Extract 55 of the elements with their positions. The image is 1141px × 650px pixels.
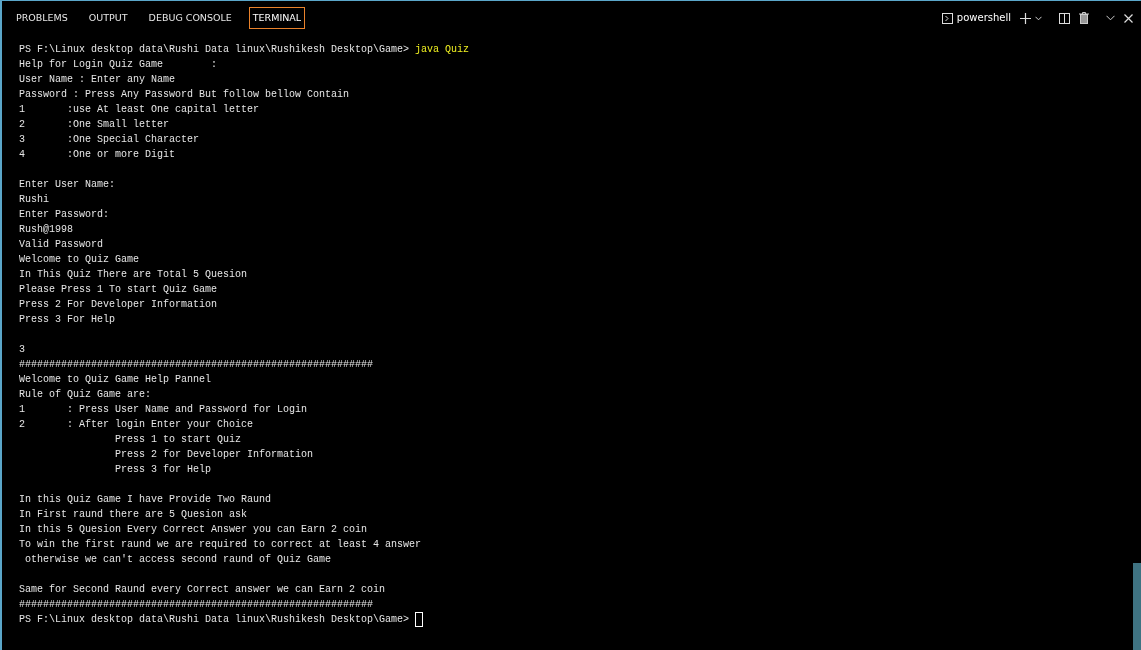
panel-tab[interactable]: OUTPUT bbox=[84, 7, 132, 29]
terminal-output-line: Enter User Name: bbox=[19, 179, 115, 190]
trash-icon bbox=[1079, 12, 1089, 24]
scrollbar-thumb[interactable] bbox=[1133, 563, 1141, 650]
maximize-panel-button[interactable] bbox=[1106, 15, 1115, 21]
terminal-output-line: 1 :use At least One capital letter bbox=[19, 104, 260, 115]
dropdown-button[interactable] bbox=[1035, 15, 1042, 21]
panel-tab[interactable]: PROBLEMS bbox=[12, 7, 72, 29]
terminal-output-line: 3 bbox=[19, 344, 25, 355]
terminal-output-line: In this 5 Quesion Every Correct Answer you can Earn 2 coin bbox=[19, 524, 368, 535]
terminal-output-line: 1 : Press User Name and Password for Login bbox=[19, 404, 308, 415]
terminal-prompt: PS F:\Linux desktop data\Rushi Data linux\Rushikesh Desktop\Game> bbox=[19, 44, 410, 55]
chevron-icon bbox=[1035, 15, 1042, 21]
terminal-output-line: Press 3 For Help bbox=[19, 314, 115, 325]
terminal-output-line: Press 2 for Developer Information bbox=[114, 449, 314, 460]
terminal-output-line: Rule of Quiz Game are: bbox=[19, 389, 152, 400]
terminal-output-line: Rushi bbox=[19, 194, 49, 205]
chevron-icon bbox=[1106, 15, 1115, 21]
plus-icon bbox=[1020, 12, 1031, 24]
close-button[interactable] bbox=[1124, 13, 1133, 23]
terminal-icon bbox=[941, 12, 953, 24]
panel-tab[interactable]: DEBUG CONSOLE bbox=[144, 7, 236, 29]
terminal-prompt: PS F:\Linux desktop data\Rushi Data linux\Rushikesh Desktop\Game> bbox=[19, 614, 410, 625]
terminal-output-line: Password : Press Any Password But follow bellow Contain bbox=[19, 89, 350, 100]
close-icon bbox=[1124, 13, 1133, 23]
terminal-output-line: Welcome to Quiz Game bbox=[19, 254, 140, 265]
split-icon bbox=[1059, 12, 1070, 24]
delete-terminal-button[interactable] bbox=[1079, 12, 1089, 24]
terminal-output-line: Welcome to Quiz Game Help Pannel bbox=[19, 374, 212, 385]
split-terminal-button[interactable] bbox=[1059, 12, 1070, 24]
terminal-output-line: Please Press 1 To start Quiz Game bbox=[19, 284, 218, 295]
terminal-output-line: otherwise we can't access second raund of Quiz Game bbox=[24, 554, 332, 565]
terminal-shell-dropdown[interactable]: powershell bbox=[941, 12, 1011, 24]
terminal-output-line: 3 :One Special Character bbox=[19, 134, 200, 145]
terminal-output-line: ########################################################### bbox=[19, 359, 374, 370]
terminal-output-line: Press 3 for Help bbox=[114, 464, 212, 475]
terminal-output-line: In First raund there are 5 Quesion ask bbox=[19, 509, 248, 520]
panel-tab[interactable]: TERMINAL bbox=[248, 7, 306, 29]
terminal-output-line: Valid Password bbox=[19, 239, 103, 250]
terminal-output-line: User Name : Enter any Name bbox=[19, 74, 176, 85]
terminal-output-line: 2 :One Small letter bbox=[19, 119, 170, 130]
terminal-output-line: 2 : After login Enter your Choice bbox=[19, 419, 254, 430]
terminal-output-line: In This Quiz There are Total 5 Quesion bbox=[19, 269, 248, 280]
terminal-output-line: ########################################################### bbox=[19, 599, 374, 610]
terminal-command: java Quiz bbox=[415, 44, 470, 55]
terminal-output-line: In this Quiz Game I have Provide Two Raund bbox=[19, 494, 272, 505]
terminal-output-line: 4 :One or more Digit bbox=[19, 149, 176, 160]
terminal-output-line: Rush@1998 bbox=[19, 224, 73, 235]
terminal-output-line: To win the first raund we are required to correct at least 4 answer bbox=[19, 539, 422, 550]
add-terminal-button[interactable] bbox=[1020, 12, 1031, 24]
terminal-output-line: Enter Password: bbox=[19, 209, 109, 220]
terminal-output-line: Press 1 to start Quiz bbox=[114, 434, 242, 445]
terminal-output-line: Press 2 For Developer Information bbox=[19, 299, 218, 310]
terminal-output-line: Same for Second Raund every Correct answer we can Earn 2 coin bbox=[19, 584, 386, 595]
terminal-output-line: Help for Login Quiz Game : bbox=[19, 59, 218, 70]
